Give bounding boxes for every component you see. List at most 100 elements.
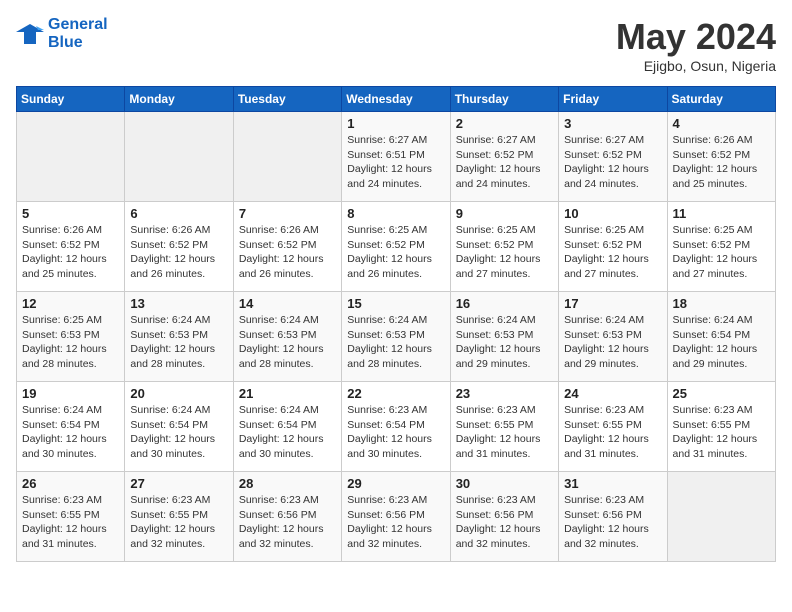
day-info: Sunrise: 6:25 AMSunset: 6:52 PMDaylight:… xyxy=(564,223,661,282)
day-info: Sunrise: 6:24 AMSunset: 6:53 PMDaylight:… xyxy=(239,313,336,372)
day-info: Sunrise: 6:27 AMSunset: 6:52 PMDaylight:… xyxy=(456,133,553,192)
logo-text: General Blue xyxy=(48,16,108,52)
calendar-day-cell: 12Sunrise: 6:25 AMSunset: 6:53 PMDayligh… xyxy=(17,292,125,382)
header-sunday: Sunday xyxy=(17,87,125,112)
calendar-day-cell: 25 Sunrise: 6:23 AMSunset: 6:55 PMDayligh… xyxy=(667,382,775,472)
calendar-table: SundayMondayTuesdayWednesdayThursdayFrid… xyxy=(16,86,776,562)
day-number: 20 xyxy=(130,386,227,401)
day-number: 14 xyxy=(239,296,336,311)
calendar-day-cell: 3Sunrise: 6:27 AMSunset: 6:52 PMDaylight… xyxy=(559,112,667,202)
day-info: Sunrise: 6:24 AMSunset: 6:53 PMDaylight:… xyxy=(564,313,661,372)
day-number: 8 xyxy=(347,206,444,221)
day-number: 2 xyxy=(456,116,553,131)
calendar-day-cell: 9 Sunrise: 6:25 AMSunset: 6:52 PMDaylight… xyxy=(450,202,558,292)
day-info: Sunrise: 6:25 AMSunset: 6:52 PMDaylight:… xyxy=(347,223,444,282)
calendar-day-cell: 20 Sunrise: 6:24 AMSunset: 6:54 PMDayligh… xyxy=(125,382,233,472)
calendar-day-cell: 22Sunrise: 6:23 AMSunset: 6:54 PMDayligh… xyxy=(342,382,450,472)
day-number: 1 xyxy=(347,116,444,131)
day-info: Sunrise: 6:23 AMSunset: 6:55 PMDaylight:… xyxy=(673,403,770,462)
calendar-day-cell: 30 Sunrise: 6:23 AMSunset: 6:56 PMDayligh… xyxy=(450,472,558,562)
calendar-day-cell: 8 Sunrise: 6:25 AMSunset: 6:52 PMDaylight… xyxy=(342,202,450,292)
calendar-day-cell: 19Sunrise: 6:24 AMSunset: 6:54 PMDayligh… xyxy=(17,382,125,472)
calendar-week-row: 19 Sunrise: 6:24 AMSunset: 6:54 PMDayligh… xyxy=(17,382,776,472)
day-number: 25 xyxy=(673,386,770,401)
calendar-day-cell xyxy=(17,112,125,202)
day-number: 27 xyxy=(130,476,227,491)
day-number: 28 xyxy=(239,476,336,491)
day-number: 17 xyxy=(564,296,661,311)
logo: General Blue xyxy=(16,16,108,52)
calendar-day-cell: 17 Sunrise: 6:24 AMSunset: 6:53 PMDayligh… xyxy=(559,292,667,382)
day-number: 9 xyxy=(456,206,553,221)
day-info: Sunrise: 6:23 AMSunset: 6:55 PMDaylight:… xyxy=(22,493,119,552)
day-number: 31 xyxy=(564,476,661,491)
day-info: Sunrise: 6:25 AMSunset: 6:53 PMDaylight:… xyxy=(22,313,119,372)
calendar-day-cell: 10 Sunrise: 6:25 AMSunset: 6:52 PMDayligh… xyxy=(559,202,667,292)
calendar-day-cell: 11 Sunrise: 6:25 AMSunset: 6:52 PMDayligh… xyxy=(667,202,775,292)
calendar-day-cell: 23 Sunrise: 6:23 AMSunset: 6:55 PMDayligh… xyxy=(450,382,558,472)
day-number: 29 xyxy=(347,476,444,491)
calendar-header-row: SundayMondayTuesdayWednesdayThursdayFrid… xyxy=(17,87,776,112)
header-friday: Friday xyxy=(559,87,667,112)
calendar-day-cell: 6 Sunrise: 6:26 AMSunset: 6:52 PMDaylight… xyxy=(125,202,233,292)
calendar-day-cell: 24Sunrise: 6:23 AMSunset: 6:55 PMDayligh… xyxy=(559,382,667,472)
day-info: Sunrise: 6:23 AMSunset: 6:56 PMDaylight:… xyxy=(564,493,661,552)
day-info: Sunrise: 6:23 AMSunset: 6:55 PMDaylight:… xyxy=(456,403,553,462)
title-block: May 2024 Ejigbo, Osun, Nigeria xyxy=(616,16,776,74)
calendar-day-cell: 1Sunrise: 6:27 AMSunset: 6:51 PMDaylight… xyxy=(342,112,450,202)
header-wednesday: Wednesday xyxy=(342,87,450,112)
calendar-day-cell: 31 Sunrise: 6:23 AMSunset: 6:56 PMDayligh… xyxy=(559,472,667,562)
calendar-day-cell: 2 Sunrise: 6:27 AMSunset: 6:52 PMDaylight… xyxy=(450,112,558,202)
calendar-day-cell: 14 Sunrise: 6:24 AMSunset: 6:53 PMDayligh… xyxy=(233,292,341,382)
day-number: 30 xyxy=(456,476,553,491)
day-info: Sunrise: 6:25 AMSunset: 6:52 PMDaylight:… xyxy=(673,223,770,282)
calendar-day-cell: 13 Sunrise: 6:24 AMSunset: 6:53 PMDayligh… xyxy=(125,292,233,382)
day-info: Sunrise: 6:26 AMSunset: 6:52 PMDaylight:… xyxy=(22,223,119,282)
header-monday: Monday xyxy=(125,87,233,112)
day-number: 23 xyxy=(456,386,553,401)
day-number: 16 xyxy=(456,296,553,311)
day-info: Sunrise: 6:23 AMSunset: 6:56 PMDaylight:… xyxy=(239,493,336,552)
day-info: Sunrise: 6:24 AMSunset: 6:54 PMDaylight:… xyxy=(130,403,227,462)
calendar-day-cell: 16 Sunrise: 6:24 AMSunset: 6:53 PMDayligh… xyxy=(450,292,558,382)
calendar-day-cell: 4Sunrise: 6:26 AMSunset: 6:52 PMDaylight… xyxy=(667,112,775,202)
calendar-day-cell: 27 Sunrise: 6:23 AMSunset: 6:55 PMDayligh… xyxy=(125,472,233,562)
day-info: Sunrise: 6:23 AMSunset: 6:54 PMDaylight:… xyxy=(347,403,444,462)
day-number: 24 xyxy=(564,386,661,401)
calendar-day-cell: 5 Sunrise: 6:26 AMSunset: 6:52 PMDaylight… xyxy=(17,202,125,292)
day-number: 7 xyxy=(239,206,336,221)
day-number: 21 xyxy=(239,386,336,401)
day-number: 19 xyxy=(22,386,119,401)
day-info: Sunrise: 6:25 AMSunset: 6:52 PMDaylight:… xyxy=(456,223,553,282)
page-header: General Blue May 2024 Ejigbo, Osun, Nige… xyxy=(16,16,776,74)
day-info: Sunrise: 6:26 AMSunset: 6:52 PMDaylight:… xyxy=(673,133,770,192)
day-info: Sunrise: 6:23 AMSunset: 6:55 PMDaylight:… xyxy=(130,493,227,552)
day-number: 5 xyxy=(22,206,119,221)
header-thursday: Thursday xyxy=(450,87,558,112)
day-number: 6 xyxy=(130,206,227,221)
day-info: Sunrise: 6:24 AMSunset: 6:54 PMDaylight:… xyxy=(239,403,336,462)
day-number: 18 xyxy=(673,296,770,311)
day-info: Sunrise: 6:24 AMSunset: 6:54 PMDaylight:… xyxy=(673,313,770,372)
day-info: Sunrise: 6:23 AMSunset: 6:56 PMDaylight:… xyxy=(347,493,444,552)
day-number: 13 xyxy=(130,296,227,311)
calendar-day-cell xyxy=(667,472,775,562)
day-number: 3 xyxy=(564,116,661,131)
day-info: Sunrise: 6:24 AMSunset: 6:53 PMDaylight:… xyxy=(456,313,553,372)
calendar-week-row: 12Sunrise: 6:25 AMSunset: 6:53 PMDayligh… xyxy=(17,292,776,382)
calendar-day-cell xyxy=(233,112,341,202)
header-saturday: Saturday xyxy=(667,87,775,112)
day-number: 10 xyxy=(564,206,661,221)
day-info: Sunrise: 6:23 AMSunset: 6:56 PMDaylight:… xyxy=(456,493,553,552)
day-info: Sunrise: 6:24 AMSunset: 6:53 PMDaylight:… xyxy=(130,313,227,372)
day-number: 11 xyxy=(673,206,770,221)
calendar-day-cell xyxy=(125,112,233,202)
calendar-day-cell: 28 Sunrise: 6:23 AMSunset: 6:56 PMDayligh… xyxy=(233,472,341,562)
calendar-week-row: 1Sunrise: 6:27 AMSunset: 6:51 PMDaylight… xyxy=(17,112,776,202)
logo-bird-icon xyxy=(16,22,44,46)
location: Ejigbo, Osun, Nigeria xyxy=(616,58,776,74)
calendar-week-row: 5 Sunrise: 6:26 AMSunset: 6:52 PMDaylight… xyxy=(17,202,776,292)
calendar-day-cell: 26Sunrise: 6:23 AMSunset: 6:55 PMDayligh… xyxy=(17,472,125,562)
calendar-day-cell: 7Sunrise: 6:26 AMSunset: 6:52 PMDaylight… xyxy=(233,202,341,292)
day-info: Sunrise: 6:26 AMSunset: 6:52 PMDaylight:… xyxy=(130,223,227,282)
